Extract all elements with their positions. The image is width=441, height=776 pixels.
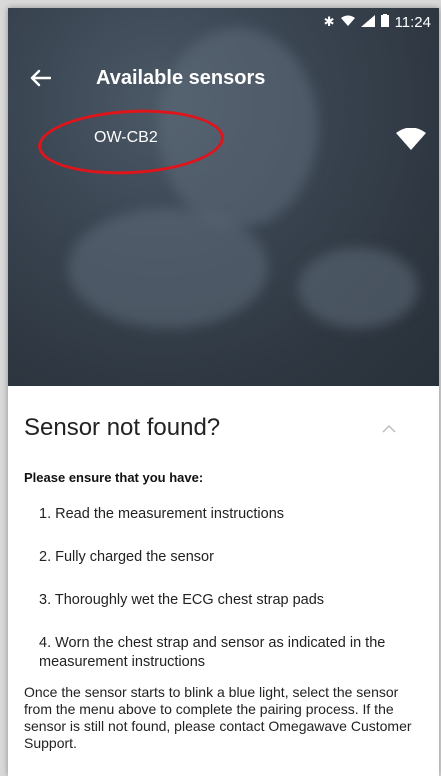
runner-silhouette-leg — [298, 248, 418, 328]
page-title: Available sensors — [96, 66, 266, 89]
help-step: 2. Fully charged the sensor — [39, 549, 214, 565]
bluetooth-icon: ✱ — [323, 14, 335, 29]
battery-icon — [380, 14, 389, 30]
status-time: 11:24 — [394, 13, 431, 31]
help-step: 1. Read the measurement instructions — [39, 506, 285, 522]
help-footer: Once the sensor starts to blink a blue l… — [24, 684, 412, 751]
phone-screen: ✱ 11:24 Available sensors OW-CB2 Sensor … — [8, 8, 439, 776]
wifi-signal-icon — [396, 127, 426, 150]
help-title: Sensor not found? — [24, 414, 221, 441]
wifi-icon — [340, 15, 355, 30]
help-sheet: Sensor not found? Please ensure that you… — [8, 386, 439, 776]
signal-icon — [360, 14, 375, 30]
help-step: 3. Thoroughly wet the ECG chest strap pa… — [39, 592, 325, 608]
chevron-up-icon[interactable] — [382, 420, 396, 436]
hero-background: ✱ 11:24 Available sensors OW-CB2 — [8, 8, 439, 386]
help-step: 4. Worn the chest strap and sensor as in… — [39, 635, 386, 670]
status-bar: ✱ 11:24 — [8, 8, 439, 36]
back-arrow-icon[interactable] — [26, 64, 54, 92]
app-bar: Available sensors — [8, 58, 439, 98]
help-intro: Please ensure that you have: — [24, 470, 204, 485]
runner-silhouette-lower — [68, 208, 268, 328]
